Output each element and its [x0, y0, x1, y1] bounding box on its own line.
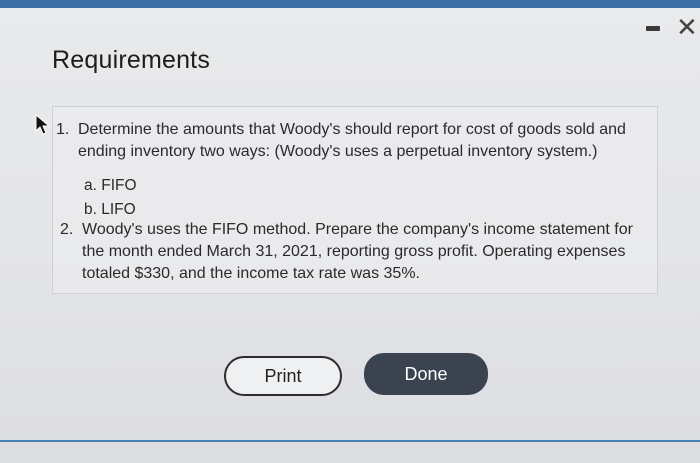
requirement-number: 1. — [56, 121, 70, 138]
close-icon[interactable]: ✕ — [676, 14, 698, 40]
requirement-line: totaled $330, and the income tax rate wa… — [82, 265, 420, 282]
requirement-1: 1. Determine the amounts that Woody's sh… — [56, 119, 656, 163]
window-top-bar — [0, 0, 700, 8]
requirement-number: 2. — [60, 221, 74, 238]
requirement-line: Determine the amounts that Woody's shoul… — [78, 121, 626, 138]
dialog-title: Requirements — [52, 46, 211, 74]
requirement-line: the month ended March 31, 2021, reportin… — [82, 243, 626, 260]
mouse-pointer-icon — [35, 114, 51, 135]
print-button[interactable]: Print — [224, 356, 342, 396]
window-bottom-border — [0, 440, 700, 442]
requirement-line: ending inventory two ways: (Woody's uses… — [78, 143, 598, 160]
subitem-fifo: a. FIFO — [84, 177, 137, 194]
minimize-icon[interactable] — [646, 26, 660, 31]
requirement-2: 2. Woody's uses the FIFO method. Prepare… — [60, 219, 656, 285]
done-button[interactable]: Done — [364, 353, 488, 395]
subitem-lifo: b. LIFO — [84, 201, 136, 218]
requirement-line: Woody's uses the FIFO method. Prepare th… — [82, 221, 633, 238]
